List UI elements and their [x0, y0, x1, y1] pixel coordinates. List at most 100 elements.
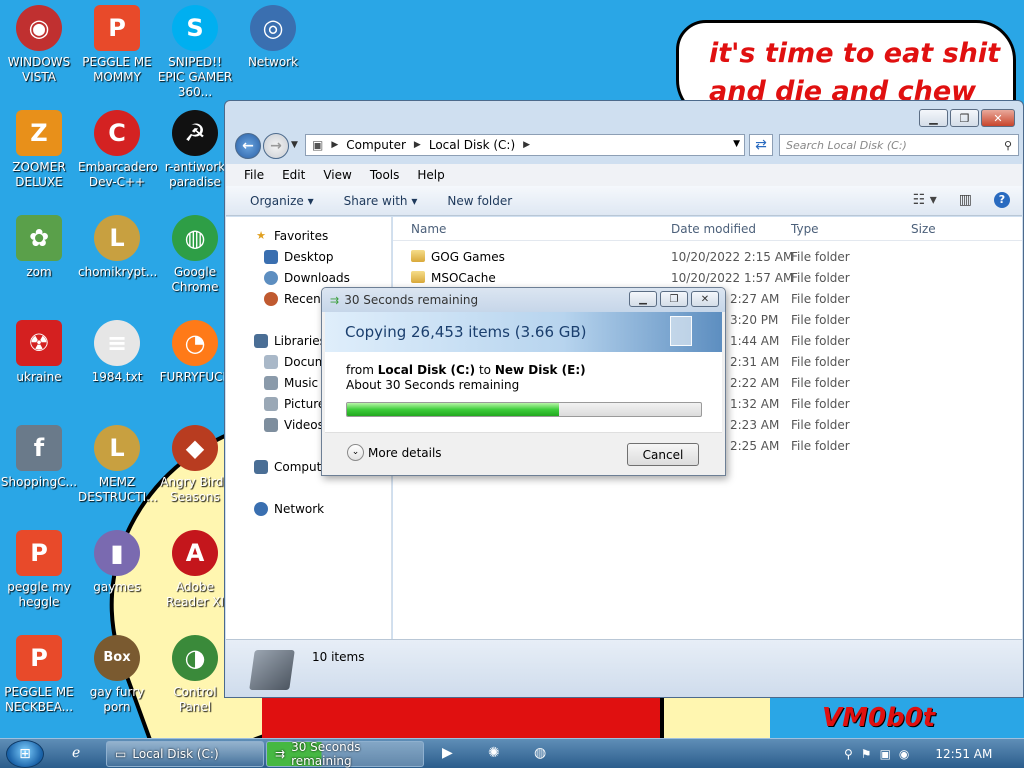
media-player-icon[interactable]: ▶	[442, 745, 453, 761]
desktop-icon-label: Embarcadero Dev-C++	[78, 160, 158, 189]
maximize-button[interactable]: ❐	[950, 109, 979, 127]
menu-tools[interactable]: Tools	[370, 168, 400, 182]
change-view-icon[interactable]: ☷ ▾	[913, 192, 937, 208]
breadcrumb-computer[interactable]: Computer	[346, 138, 406, 152]
desktop-icon[interactable]: C Embarcadero Dev-C++	[78, 110, 158, 190]
desktop-icon[interactable]: Box gay furry porn	[78, 635, 156, 715]
desktop-icon[interactable]: Ppeggle my heggle	[0, 530, 78, 610]
dialog-body: from Local Disk (C:) to New Disk (E:) Ab…	[325, 352, 722, 432]
app-pinned-icon[interactable]: ✺	[488, 745, 500, 761]
dialog-close-button[interactable]: ✕	[691, 291, 719, 307]
chevron-right-icon[interactable]: ▶	[414, 140, 421, 150]
file-row[interactable]: GOG Games 10/20/2022 2:15 AM File folder	[393, 247, 1022, 268]
desktop-icon-label: WINDOWS VISTA	[7, 55, 71, 84]
dialog-titlebar[interactable]: ⇉ 30 Seconds remaining ▁ ❐ ✕	[322, 288, 725, 312]
desktop-icon[interactable]: ◉ WINDOWS VISTA	[0, 5, 78, 85]
address-dropdown-icon[interactable]: ▼	[733, 139, 740, 149]
file-row[interactable]: MSOCache 10/20/2022 1:57 AM File folder	[393, 268, 1022, 289]
desktop-icon[interactable]: f ShoppingC...	[0, 425, 78, 490]
nav-recent[interactable]: Recent	[264, 292, 325, 306]
clock[interactable]: 12:51 AM	[935, 747, 992, 761]
source-location[interactable]: Local Disk (C:)	[378, 363, 475, 377]
nav-desktop[interactable]: Desktop	[264, 250, 334, 264]
documents-icon	[264, 355, 278, 369]
cancel-button[interactable]: Cancel	[627, 443, 699, 466]
recent-pages-dropdown[interactable]: ▼	[291, 140, 298, 150]
internet-explorer-icon[interactable]: ℯ	[72, 745, 80, 761]
desktop-icon[interactable]: ≡ 1984.txt	[78, 320, 156, 385]
chevron-right-icon[interactable]: ▶	[331, 140, 338, 150]
address-bar[interactable]: ▣ ▶ Computer ▶ Local Disk (C:) ▶ ▼	[305, 134, 745, 156]
search-icon[interactable]: ⚲	[1004, 139, 1012, 152]
new-folder-button[interactable]: New folder	[447, 194, 512, 208]
column-date-modified[interactable]: Date modified	[671, 222, 756, 236]
desktop-icon[interactable]: P PEGGLE ME MOMMY	[78, 5, 156, 85]
more-details-toggle[interactable]: ⌄ More details	[347, 444, 442, 461]
taskbar-explorer-window[interactable]: ▭ Local Disk (C:)	[106, 741, 264, 767]
desktop-icon[interactable]: S SNIPED!! EPIC GAMER 360...	[156, 5, 234, 100]
desktop-icon[interactable]: ◔ FURRYFUCK	[156, 320, 234, 385]
desktop-icon[interactable]: ✿ zom	[0, 215, 78, 280]
nav-libraries[interactable]: Libraries	[254, 334, 326, 348]
refresh-button[interactable]: ⇄	[749, 134, 773, 156]
nav-documents[interactable]: Docum	[264, 355, 326, 369]
chevron-right-icon[interactable]: ▶	[523, 140, 530, 150]
desktop-app-icon: ◉	[16, 5, 62, 51]
share-with-button[interactable]: Share with ▾	[344, 194, 418, 208]
folder-icon: ▭	[115, 747, 127, 761]
desktop-icon[interactable]: A Adobe Reader XI	[156, 530, 234, 610]
desktop-icon[interactable]: ☢ ukraine	[0, 320, 78, 385]
flag-icon[interactable]: ⚑	[861, 747, 872, 761]
dialog-maximize-button[interactable]: ❐	[660, 291, 688, 307]
file-date-modified: 10/20/2022 1:57 AM	[671, 271, 794, 285]
nav-videos[interactable]: Videos	[264, 418, 324, 432]
volume-icon[interactable]: ◉	[899, 747, 909, 761]
search-tray-icon[interactable]: ⚲	[844, 747, 853, 761]
preview-pane-icon[interactable]: ▥	[959, 192, 972, 208]
menu-file[interactable]: File	[244, 168, 264, 182]
menu-help[interactable]: Help	[417, 168, 444, 182]
minimize-button[interactable]: ▁	[919, 109, 948, 127]
nav-downloads[interactable]: Downloads	[264, 271, 350, 285]
nav-computer[interactable]: Compute	[254, 460, 329, 474]
menu-edit[interactable]: Edit	[282, 168, 305, 182]
desktop-icon[interactable]: ◆ Angry Birds Seasons	[156, 425, 234, 505]
file-name: GOG Games	[431, 250, 505, 264]
forward-button[interactable]: →	[263, 133, 289, 159]
nav-music[interactable]: Music	[264, 376, 318, 390]
desktop-icon[interactable]: ◎ Network	[234, 5, 312, 70]
copy-icon: ⇉	[275, 747, 286, 761]
desktop-icon[interactable]: P PEGGLE ME NECKBEA...	[0, 635, 78, 715]
desktop-icon[interactable]: ☭ r-antiwork paradise	[156, 110, 234, 190]
help-icon[interactable]: ?	[994, 192, 1010, 208]
breadcrumb-local-disk[interactable]: Local Disk (C:)	[429, 138, 515, 152]
column-name[interactable]: Name	[411, 222, 446, 236]
start-button[interactable]: ⊞	[6, 740, 44, 768]
desktop-app-icon: ≡	[94, 320, 140, 366]
desktop-icon[interactable]: ◑ Control Panel	[156, 635, 234, 715]
chrome-icon[interactable]: ◍	[534, 745, 546, 761]
close-button[interactable]: ✕	[981, 109, 1015, 127]
nav-network[interactable]: Network	[254, 502, 324, 516]
desktop-icon[interactable]: Lchomikrypt...	[78, 215, 157, 280]
desktop-icon[interactable]: ▮ gaymes	[78, 530, 156, 595]
network-tray-icon[interactable]: ▣	[880, 747, 891, 761]
chevron-down-icon[interactable]: ⌄	[347, 444, 364, 461]
column-type[interactable]: Type	[791, 222, 819, 236]
back-button[interactable]: ←	[235, 133, 261, 159]
column-size[interactable]: Size	[911, 222, 936, 236]
desktop-icon[interactable]: Z ZOOMER DELUXE	[0, 110, 78, 190]
taskbar-copy-window[interactable]: ⇉ 30 Seconds remaining	[266, 740, 424, 768]
menu-view[interactable]: View	[323, 168, 351, 182]
nav-favorites[interactable]: ★ Favorites	[254, 229, 328, 243]
copy-icon: ⇉	[330, 293, 340, 307]
computer-icon	[254, 460, 268, 474]
destination-location[interactable]: New Disk (E:)	[495, 363, 586, 377]
desktop-icon[interactable]: L MEMZ DESTRUCTI...	[78, 425, 158, 505]
desktop-icon[interactable]: ◍ Google Chrome	[156, 215, 234, 295]
recent-places-icon	[264, 292, 278, 306]
search-input[interactable]: Search Local Disk (C:) ⚲	[779, 134, 1019, 156]
nav-pictures[interactable]: Picture	[264, 397, 325, 411]
dialog-minimize-button[interactable]: ▁	[629, 291, 657, 307]
organize-button[interactable]: Organize ▾	[250, 194, 314, 208]
